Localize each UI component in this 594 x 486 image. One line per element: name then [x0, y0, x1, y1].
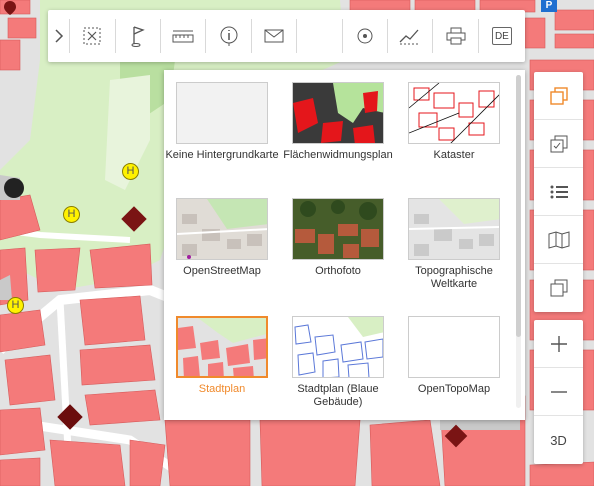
basemap-label: Stadtplan — [198, 383, 246, 395]
elevation-profile-button[interactable] — [388, 10, 432, 62]
basemap-tile[interactable]: Topographische Weltkarte — [396, 198, 512, 291]
basemap-label: Keine Hintergrundkarte — [165, 149, 279, 161]
basemap-label: Kataster — [433, 149, 475, 161]
flag-icon — [131, 26, 145, 47]
copy-icon — [550, 279, 567, 297]
info-button[interactable] — [206, 10, 250, 62]
print-icon — [446, 27, 466, 45]
compare-button[interactable] — [534, 120, 583, 168]
mail-button[interactable] — [252, 10, 296, 62]
basemap-switcher-button[interactable] — [534, 72, 583, 120]
map-book-button[interactable] — [534, 216, 583, 264]
panel-scrollbar[interactable] — [516, 75, 521, 408]
basemap-label: Flächenwidmungsplan — [283, 149, 393, 161]
map-book-icon — [548, 230, 569, 249]
3d-label: 3D — [550, 432, 567, 448]
mail-icon — [264, 29, 284, 43]
print-button[interactable] — [433, 10, 477, 62]
basemap-tile[interactable]: Kataster — [396, 82, 512, 162]
zoom-out-icon — [550, 390, 567, 393]
chevron-right-icon — [55, 29, 63, 43]
zoom-in-icon — [550, 335, 567, 352]
basemap-thumbnail — [176, 198, 268, 260]
basemap-thumbnail — [176, 316, 268, 378]
search-location-button[interactable] — [343, 10, 387, 62]
top-toolbar: DE — [48, 10, 525, 62]
basemap-tile[interactable]: Stadtplan (Blaue Gebäude) — [280, 316, 396, 409]
list-icon — [550, 185, 568, 198]
info-icon — [220, 26, 238, 46]
basemap-label: OpenStreetMap — [183, 265, 261, 277]
toolbar-divider — [296, 19, 298, 53]
map-marker-h[interactable]: H — [7, 297, 24, 314]
scrollbar-thumb[interactable] — [516, 75, 521, 337]
basemap-tile[interactable]: Flächenwidmungsplan — [280, 82, 396, 162]
language-button[interactable]: DE — [479, 10, 525, 62]
basemap-tile[interactable]: Keine Hintergrundkarte — [164, 82, 280, 162]
basemap-tile[interactable]: OpenTopoMap — [396, 316, 512, 396]
zoom-toolbar: 3D — [534, 320, 583, 464]
basemap-thumbnail — [408, 82, 500, 144]
parking-icon[interactable]: P — [541, 0, 557, 12]
search-location-icon — [357, 28, 373, 44]
basemap-tile[interactable]: OpenStreetMap — [164, 198, 280, 278]
measure-icon — [172, 30, 194, 43]
compare-icon — [550, 135, 567, 152]
basemap-tile[interactable]: Orthofoto — [280, 198, 396, 278]
place-marker-button[interactable] — [116, 10, 160, 62]
basemap-thumbnail — [292, 82, 384, 144]
layers-icon — [549, 86, 568, 105]
3d-toggle-button[interactable]: 3D — [534, 416, 583, 464]
basemap-thumbnail — [408, 198, 500, 260]
basemap-thumbnail — [292, 316, 384, 378]
basemap-panel: Keine Hintergrundkarte Flächenwidmungspl… — [164, 70, 525, 420]
zoom-in-button[interactable] — [534, 320, 583, 368]
basemap-label: Stadtplan (Blaue Gebäude) — [297, 383, 379, 408]
basemap-label: Topographische Weltkarte — [415, 265, 493, 290]
basemap-thumbnail — [408, 316, 500, 378]
basemap-label: OpenTopoMap — [417, 383, 491, 395]
select-area-button[interactable] — [70, 10, 114, 62]
restaurant-icon[interactable] — [4, 178, 24, 198]
basemap-thumbnail — [176, 82, 268, 144]
elevation-profile-icon — [399, 29, 421, 45]
legend-button[interactable] — [534, 168, 583, 216]
map-pin-icon[interactable] — [3, 0, 17, 16]
basemap-label: Orthofoto — [315, 265, 361, 277]
zoom-out-button[interactable] — [534, 368, 583, 416]
map-marker-h[interactable]: H — [122, 163, 139, 180]
copy-button[interactable] — [534, 264, 583, 312]
map-marker-h[interactable]: H — [63, 206, 80, 223]
measure-button[interactable] — [161, 10, 205, 62]
basemap-tile-active[interactable]: Stadtplan — [164, 316, 280, 396]
basemap-thumbnail — [292, 198, 384, 260]
expand-toolbar-button[interactable] — [48, 10, 69, 62]
select-area-icon — [83, 27, 101, 45]
basemap-grid: Keine Hintergrundkarte Flächenwidmungspl… — [164, 70, 514, 420]
right-toolbar — [534, 72, 583, 312]
language-badge: DE — [491, 27, 512, 45]
